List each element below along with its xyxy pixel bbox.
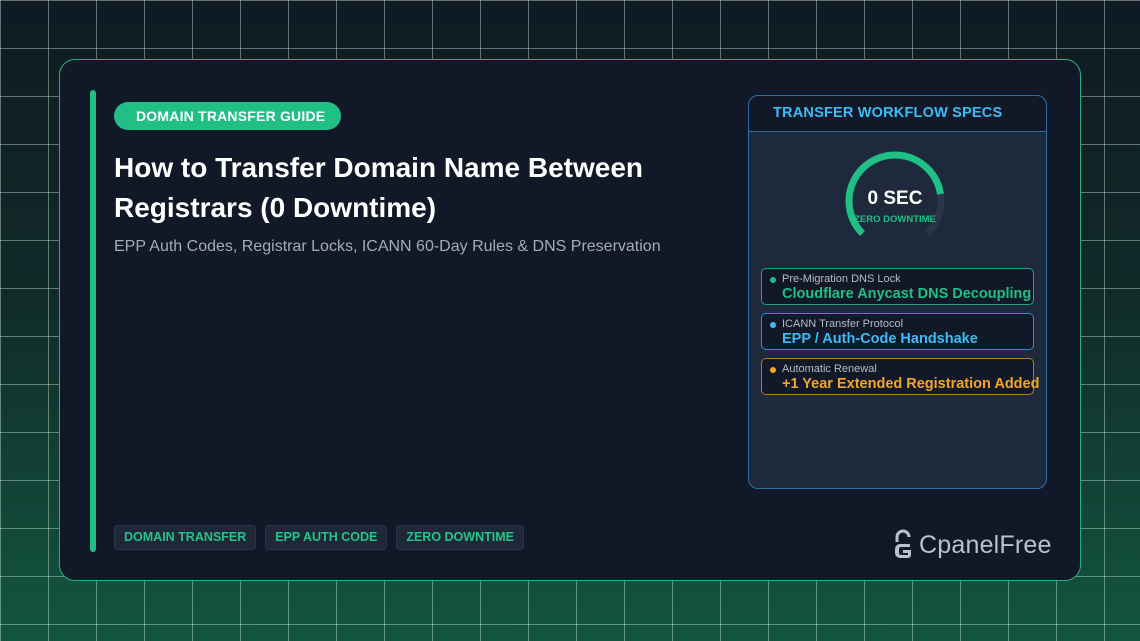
gauge-label: ZERO DOWNTIME	[854, 214, 936, 225]
downtime-gauge: 0 SEC ZERO DOWNTIME	[845, 146, 951, 236]
status-dot-icon	[770, 277, 776, 283]
spec-value: +1 Year Extended Registration Added	[782, 376, 1040, 392]
spec-label: ICANN Transfer Protocol	[782, 318, 904, 330]
tag-list: DOMAIN TRANSFER EPP AUTH CODE ZERO DOWNT…	[114, 525, 524, 550]
spec-icann-protocol: ICANN Transfer Protocol EPP / Auth-Code …	[761, 313, 1034, 350]
status-dot-icon	[770, 367, 776, 373]
spec-value: EPP / Auth-Code Handshake	[782, 331, 978, 347]
accent-bar	[90, 90, 96, 552]
hero-card: DOMAIN TRANSFER GUIDE How to Transfer Do…	[59, 59, 1081, 581]
page-subtitle: EPP Auth Codes, Registrar Locks, ICANN 6…	[114, 238, 661, 255]
tag-epp-auth-code[interactable]: EPP AUTH CODE	[265, 525, 388, 550]
brand-name: CpanelFree	[919, 531, 1052, 559]
workflow-specs-panel: TRANSFER WORKFLOW SPECS 0 SEC ZERO DOWNT…	[748, 95, 1047, 489]
brand-logo[interactable]: CpanelFree	[890, 527, 1052, 563]
tag-zero-downtime[interactable]: ZERO DOWNTIME	[396, 525, 524, 550]
page-title: How to Transfer Domain Name Between Regi…	[114, 152, 644, 223]
spec-dns-lock: Pre-Migration DNS Lock Cloudflare Anycas…	[761, 268, 1034, 305]
spec-label: Pre-Migration DNS Lock	[782, 273, 901, 285]
tag-domain-transfer[interactable]: DOMAIN TRANSFER	[114, 525, 257, 550]
spec-auto-renewal: Automatic Renewal +1 Year Extended Regis…	[761, 358, 1040, 395]
spec-label: Automatic Renewal	[782, 363, 877, 375]
gauge-value: 0 SEC	[867, 188, 923, 209]
padlock-icon	[895, 529, 911, 558]
panel-header: TRANSFER WORKFLOW SPECS	[749, 96, 1046, 132]
spec-value: Cloudflare Anycast DNS Decoupling	[782, 286, 1032, 302]
status-dot-icon	[770, 322, 776, 328]
category-badge: DOMAIN TRANSFER GUIDE	[114, 102, 342, 130]
